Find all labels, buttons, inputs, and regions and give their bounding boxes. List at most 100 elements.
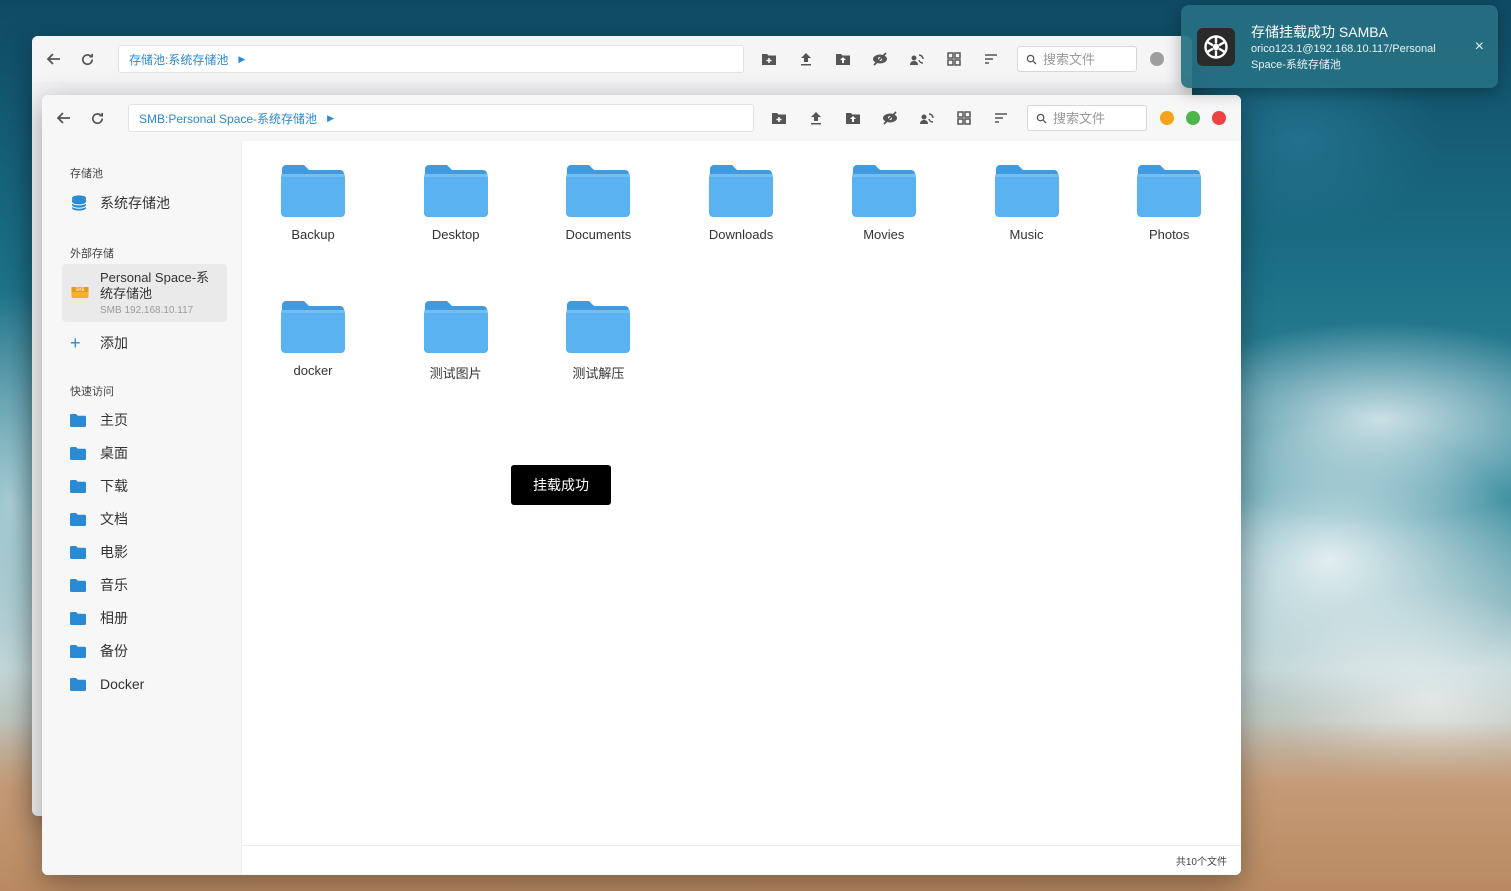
notification-body: orico123.1@192.168.10.117/Personal Space… (1251, 43, 1436, 71)
sync-icon[interactable] (898, 44, 935, 74)
front-path-bar[interactable]: SMB:Personal Space-系统存储池 ▶ (128, 104, 754, 132)
sidebar-item-label: 文档 (100, 511, 128, 527)
upload-icon[interactable] (797, 103, 834, 133)
sidebar-item-label: 音乐 (100, 577, 128, 593)
mount-notification[interactable]: 存储挂载成功 SAMBA orico123.1@192.168.10.117/P… (1181, 5, 1498, 88)
grid-view-icon[interactable] (935, 44, 972, 74)
back-path-bar[interactable]: 存储池:系统存储池 ▶ (118, 45, 744, 73)
hide-icon[interactable] (861, 44, 898, 74)
sidebar-item-quick[interactable]: 电影 (62, 537, 227, 567)
storage-pool-title: 存储池 (70, 168, 103, 180)
folder-icon (70, 512, 90, 526)
sidebar-item-quick[interactable]: 备份 (62, 636, 227, 666)
front-search-box[interactable] (1027, 105, 1147, 131)
smb-drive-icon: SMB (71, 287, 89, 298)
path-caret-icon[interactable]: ▶ (238, 54, 245, 65)
sidebar-item-quick[interactable]: 音乐 (62, 570, 227, 600)
maximize-button[interactable] (1186, 111, 1200, 125)
folder-item[interactable]: Backup (258, 163, 368, 242)
add-label: 添加 (100, 335, 128, 351)
folder-item[interactable]: Movies (829, 163, 939, 242)
path-caret-icon[interactable]: ▶ (327, 113, 334, 124)
sidebar-item-quick[interactable]: Docker (62, 669, 227, 699)
new-folder-icon[interactable] (750, 44, 787, 74)
sidebar-item-label: 主页 (100, 412, 128, 428)
back-path-text: 存储池:系统存储池 (129, 52, 229, 67)
folder-item[interactable]: Downloads (686, 163, 796, 242)
upload-folder-icon[interactable] (824, 44, 861, 74)
folder-label: Movies (863, 227, 905, 242)
sort-icon[interactable] (982, 103, 1019, 133)
folder-label: Photos (1148, 227, 1190, 242)
sidebar-item-quick[interactable]: 文档 (62, 504, 227, 534)
folder-icon (281, 165, 345, 217)
folder-label: Documents (565, 227, 632, 242)
front-path-text: SMB:Personal Space-系统存储池 (139, 111, 318, 126)
front-search-input[interactable] (1053, 110, 1143, 126)
folder-icon (70, 578, 90, 592)
folder-icon (423, 165, 488, 217)
folder-icon (70, 479, 90, 493)
folder-item[interactable]: 测试解压 (543, 299, 653, 382)
sidebar-item-quick[interactable]: 下载 (62, 471, 227, 501)
back-window-control[interactable] (1150, 52, 1164, 66)
folder-item[interactable]: docker (258, 299, 368, 378)
plus-icon: + (70, 332, 81, 353)
sidebar: 存储池 系统存储池 外部存储 SMB Personal Space-系统存储池 … (42, 141, 242, 875)
back-arrow-icon[interactable] (39, 44, 69, 74)
grid-view-icon[interactable] (945, 103, 982, 133)
folder-icon (70, 644, 90, 658)
folder-item[interactable]: Documents (543, 163, 653, 242)
refresh-icon[interactable] (82, 103, 112, 133)
upload-icon[interactable] (787, 44, 824, 74)
smb-share-address: SMB 192.168.10.117 (100, 305, 194, 316)
sync-icon[interactable] (908, 103, 945, 133)
refresh-icon[interactable] (72, 44, 102, 74)
mount-success-toast: 挂载成功 (511, 465, 611, 505)
front-file-manager-window[interactable]: SMB:Personal Space-系统存储池 ▶ 存储池 系统存储池 (42, 95, 1241, 875)
folder-icon (994, 165, 1059, 217)
folder-label: Backup (291, 227, 335, 242)
back-search-input[interactable] (1043, 51, 1133, 67)
search-icon (1026, 54, 1037, 65)
sidebar-item-quick[interactable]: 桌面 (62, 438, 227, 468)
svg-text:SMB: SMB (76, 287, 85, 292)
back-arrow-icon[interactable] (49, 103, 79, 133)
back-search-box[interactable] (1017, 46, 1137, 72)
back-toolbar: 存储池:系统存储池 ▶ (32, 36, 1192, 82)
folder-item[interactable]: Photos (1114, 163, 1224, 242)
smb-share-name: Personal Space-系统存储池 (100, 270, 210, 301)
folder-icon (566, 165, 631, 217)
folder-icon (70, 446, 90, 460)
close-button[interactable] (1212, 111, 1226, 125)
sidebar-item-quick[interactable]: 主页 (62, 405, 227, 435)
folder-label: Desktop (431, 227, 480, 242)
folder-icon (851, 165, 916, 217)
sort-icon[interactable] (972, 44, 1009, 74)
search-icon (1036, 113, 1047, 124)
database-icon (70, 194, 90, 212)
sidebar-item-system-pool[interactable]: 系统存储池 (62, 188, 227, 218)
folder-icon (281, 301, 345, 353)
folder-label: docker (293, 363, 333, 378)
notification-title: 存储挂载成功 SAMBA (1251, 24, 1388, 40)
folder-icon (70, 413, 90, 427)
hide-icon[interactable] (871, 103, 908, 133)
front-toolbar: SMB:Personal Space-系统存储池 ▶ (42, 95, 1241, 141)
status-bar: 共10个文件 (242, 845, 1241, 875)
sidebar-item-quick[interactable]: 相册 (62, 603, 227, 633)
folder-item[interactable]: Music (972, 163, 1082, 242)
folder-item[interactable]: Desktop (401, 163, 511, 242)
folder-label: 测试图片 (429, 366, 482, 381)
upload-folder-icon[interactable] (834, 103, 871, 133)
new-folder-icon[interactable] (760, 103, 797, 133)
minimize-button[interactable] (1160, 111, 1174, 125)
sidebar-item-smb-share[interactable]: SMB Personal Space-系统存储池 SMB 192.168.10.… (62, 264, 227, 322)
folder-icon (1137, 165, 1202, 217)
close-icon[interactable]: × (1475, 38, 1484, 56)
front-tool-icons (760, 103, 1019, 133)
add-storage-button[interactable]: + 添加 (62, 328, 227, 358)
sidebar-item-label: 系统存储池 (100, 195, 170, 211)
folder-label: Music (1009, 227, 1044, 242)
folder-item[interactable]: 测试图片 (401, 299, 511, 382)
